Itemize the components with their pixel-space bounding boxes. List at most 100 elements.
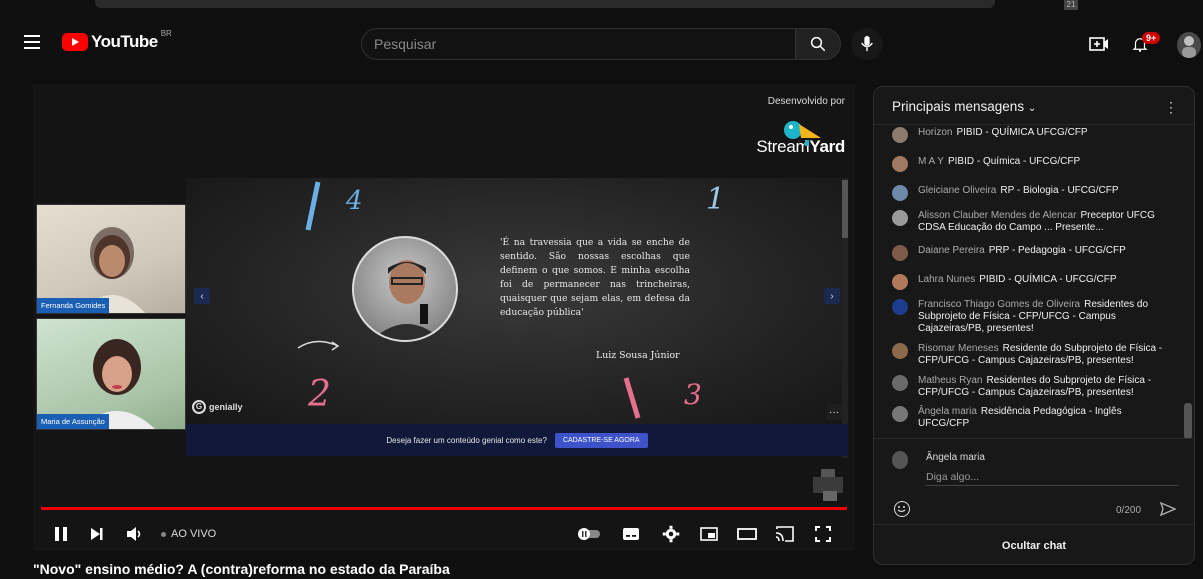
volume-button[interactable]	[123, 522, 147, 546]
chat-message: Alisson Clauber Mendes de Alencar Precept…	[874, 210, 1184, 234]
slide-number-1: 1	[706, 182, 726, 217]
volume-icon	[127, 527, 141, 541]
genially-badge[interactable]: G genially	[192, 400, 243, 414]
video-player[interactable]: Desenvolvido por StreamYard Fernanda Gom…	[33, 84, 855, 551]
chat-author[interactable]: Matheus Ryan	[918, 375, 982, 386]
search-box	[361, 28, 797, 60]
slide-more-button[interactable]: ···	[826, 404, 842, 420]
next-button[interactable]	[85, 522, 109, 546]
search-button[interactable]	[795, 28, 841, 60]
chat-author[interactable]: Lahra Nunes	[918, 274, 975, 285]
genially-cta-bar: Deseja fazer um conteúdo genial como est…	[186, 424, 848, 456]
chat-message: Lahra Nunes PIBID - QUÍMICA - UFCG/CFP	[874, 274, 1184, 290]
chat-avatar	[892, 245, 908, 261]
chevron-down-icon: ⌄	[1027, 103, 1037, 114]
miniplayer-icon	[700, 527, 718, 541]
streamyard-bird-icon	[784, 121, 821, 146]
slide-quote: 'É na travessia que a vida se enche de s…	[500, 237, 690, 318]
notification-badge: 9+	[1142, 32, 1161, 44]
progress-bar[interactable]	[41, 507, 847, 510]
skip-next-icon	[91, 528, 103, 540]
theater-icon	[737, 528, 757, 540]
pause-button[interactable]	[49, 522, 73, 546]
chevron-right-icon: ›	[830, 290, 834, 302]
chat-author[interactable]: Horizon	[918, 127, 952, 138]
search-input[interactable]	[362, 29, 796, 59]
live-indicator[interactable]: AO VIVO	[161, 528, 216, 540]
chat-message: Ângela maria Residência Pedagógica - Ingl…	[874, 406, 1184, 430]
chat-text: RP - Biologia - UFCG/CFP	[1000, 185, 1119, 196]
gear-icon	[662, 525, 680, 543]
slide-number-2: 2	[308, 374, 331, 415]
create-button[interactable]	[1087, 32, 1111, 56]
slide-number-4: 4	[346, 186, 363, 216]
user-avatar[interactable]	[1177, 32, 1201, 58]
camera-tile-2: Maria de Assunção	[36, 318, 186, 430]
chat-text: PRP - Pedagogia - UFCG/CFP	[988, 245, 1126, 256]
cta-signup-button[interactable]: CADASTRE-SE AGORA	[554, 432, 648, 448]
settings-button[interactable]	[659, 522, 683, 546]
slide-scrollbar[interactable]	[842, 178, 848, 458]
miniplayer-button[interactable]	[697, 522, 721, 546]
chat-avatar	[892, 127, 908, 143]
genially-logo-icon: G	[192, 400, 206, 414]
chat-author[interactable]: Risomar Meneses	[918, 343, 999, 354]
slide-prev-button[interactable]: ‹	[194, 288, 210, 304]
cast-icon	[775, 526, 794, 542]
send-button[interactable]	[1159, 501, 1177, 522]
chat-avatar	[892, 343, 908, 359]
chat-avatar	[892, 274, 908, 290]
youtube-logo[interactable]: YouTube BR	[62, 28, 172, 52]
channel-watermark-icon[interactable]	[811, 469, 847, 501]
fullscreen-icon	[815, 526, 831, 542]
composer-author-name: Ângela maria	[926, 452, 985, 463]
watermark-developed-by: Desenvolvido por	[767, 96, 845, 107]
camera-label-2: Maria de Assunção	[37, 414, 109, 429]
hide-chat-button[interactable]: Ocultar chat	[874, 524, 1194, 564]
top-mini-badge: 21	[1064, 0, 1078, 10]
camera-tile-1: Fernanda Gomides	[36, 204, 186, 314]
chat-author[interactable]: Daiane Pereira	[918, 245, 985, 256]
autoplay-toggle[interactable]	[577, 522, 601, 546]
genially-label: genially	[209, 402, 243, 412]
chat-more-icon[interactable]: ⋮	[1164, 99, 1178, 116]
chat-author[interactable]: Alisson Clauber Mendes de Alencar	[918, 210, 1076, 221]
menu-icon[interactable]	[24, 35, 40, 53]
chat-header: Principais mensagens ⌄ ⋮	[874, 87, 1194, 125]
chevron-left-icon: ‹	[200, 290, 204, 302]
chat-avatar	[892, 406, 908, 422]
chat-avatar	[892, 210, 908, 226]
country-code: BR	[160, 28, 172, 38]
fullscreen-button[interactable]	[811, 522, 835, 546]
chat-message-input[interactable]	[926, 469, 1178, 486]
emoji-button[interactable]	[894, 501, 910, 517]
slide-scroll-thumb[interactable]	[842, 180, 848, 238]
chat-scrollbar-thumb[interactable]	[1184, 403, 1192, 439]
chat-mode-dropdown[interactable]: Principais mensagens ⌄	[892, 99, 1036, 114]
chat-author[interactable]: Ângela maria	[918, 406, 977, 417]
chat-author[interactable]: Francisco Thiago Gomes de Oliveira	[918, 299, 1080, 310]
slide-next-button[interactable]: ›	[824, 288, 840, 304]
voice-search-button[interactable]	[851, 28, 883, 60]
chat-message-list: Horizon PIBID - QUÍMICA UFCG/CFP M A Y PIB…	[874, 125, 1184, 437]
autoplay-toggle-icon	[578, 528, 600, 540]
chat-avatar	[892, 185, 908, 201]
presentation-slide: 4 1 2 3 'É na travessia que a vida se en…	[186, 178, 848, 424]
send-icon	[1159, 501, 1177, 517]
speaker-portrait	[352, 236, 458, 342]
chat-message: Matheus Ryan Residentes do Subprojeto de …	[874, 375, 1184, 399]
chat-text: PIBID - QUÍMICA UFCG/CFP	[956, 127, 1088, 138]
chat-message: Risomar Meneses Residente do Subprojeto d…	[874, 343, 1184, 367]
char-counter: 0/200	[1116, 505, 1142, 516]
chat-text: PIBID - Química - UFCG/CFP	[947, 156, 1081, 167]
theater-mode-button[interactable]	[735, 522, 759, 546]
top-scroll-bar	[95, 0, 995, 8]
chat-avatar	[892, 156, 908, 172]
subtitles-button[interactable]	[619, 522, 643, 546]
emoji-smile-icon	[897, 506, 906, 513]
chat-author[interactable]: M A Y	[918, 156, 944, 167]
chat-mode-label: Principais mensagens	[892, 99, 1025, 114]
cast-button[interactable]	[773, 522, 797, 546]
chat-author[interactable]: Gleiciane Oliveira	[918, 185, 996, 196]
chat-text: PIBID - QUÍMICA - UFCG/CFP	[979, 274, 1117, 285]
